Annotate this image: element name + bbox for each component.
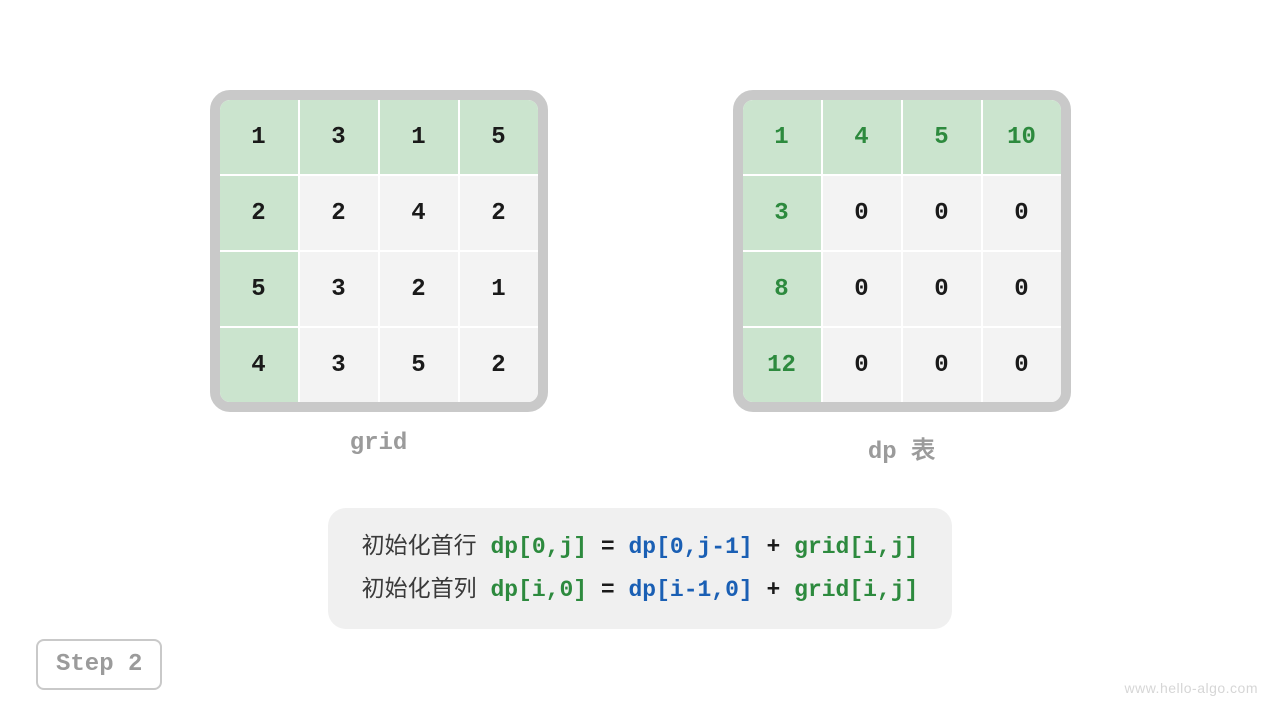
cell: 2 [300,176,378,250]
step-badge: Step 2 [36,639,162,690]
cell: 2 [460,328,538,402]
cell: 5 [903,100,981,174]
watermark: www.hello-algo.com [1125,680,1259,696]
cell: 4 [380,176,458,250]
grid-table-wrapper: 1315224253214352 grid [210,90,548,466]
formula-term: grid[i,j] [794,577,918,603]
formula-row-1: 初始化首行 dp[0,j] = dp[0,j-1] + grid[i,j] [362,526,919,569]
formula-term: grid[i,j] [794,534,918,560]
formula-plus: + [767,534,795,560]
cell: 2 [380,252,458,326]
cell: 10 [983,100,1061,174]
cell: 0 [823,328,901,402]
formula-prefix: 初始化首列 [362,577,491,603]
cell: 1 [743,100,821,174]
dp-table-wrapper: 145103000800012000 dp 表 [733,90,1071,466]
cell: 1 [460,252,538,326]
formula-eq: = [601,577,629,603]
cell: 0 [823,252,901,326]
formula-term: dp[i,0] [490,577,587,603]
formula-prefix: 初始化首行 [362,534,491,560]
cell: 5 [380,328,458,402]
formula-eq: = [601,534,629,560]
dp-label: dp 表 [868,430,935,466]
cell: 4 [823,100,901,174]
formula-row-2: 初始化首列 dp[i,0] = dp[i-1,0] + grid[i,j] [362,569,919,612]
cell: 12 [743,328,821,402]
cell: 0 [903,252,981,326]
grid-table: 1315224253214352 [210,90,548,412]
cell: 5 [460,100,538,174]
cell: 1 [220,100,298,174]
grid-label: grid [350,430,408,457]
dp-table: 145103000800012000 [733,90,1071,412]
formula-term: dp[i-1,0] [628,577,752,603]
cell: 3 [300,100,378,174]
cell: 2 [460,176,538,250]
cell: 8 [743,252,821,326]
formula-box: 初始化首行 dp[0,j] = dp[0,j-1] + grid[i,j] 初始… [328,508,953,629]
cell: 2 [220,176,298,250]
cell: 0 [983,252,1061,326]
formula-plus: + [767,577,795,603]
cell: 3 [743,176,821,250]
cell: 0 [903,328,981,402]
cell: 5 [220,252,298,326]
cell: 0 [983,176,1061,250]
formula-term: dp[0,j] [490,534,587,560]
cell: 3 [300,252,378,326]
cell: 0 [823,176,901,250]
cell: 3 [300,328,378,402]
cell: 0 [903,176,981,250]
formula-term: dp[0,j-1] [628,534,752,560]
cell: 4 [220,328,298,402]
cell: 1 [380,100,458,174]
cell: 0 [983,328,1061,402]
